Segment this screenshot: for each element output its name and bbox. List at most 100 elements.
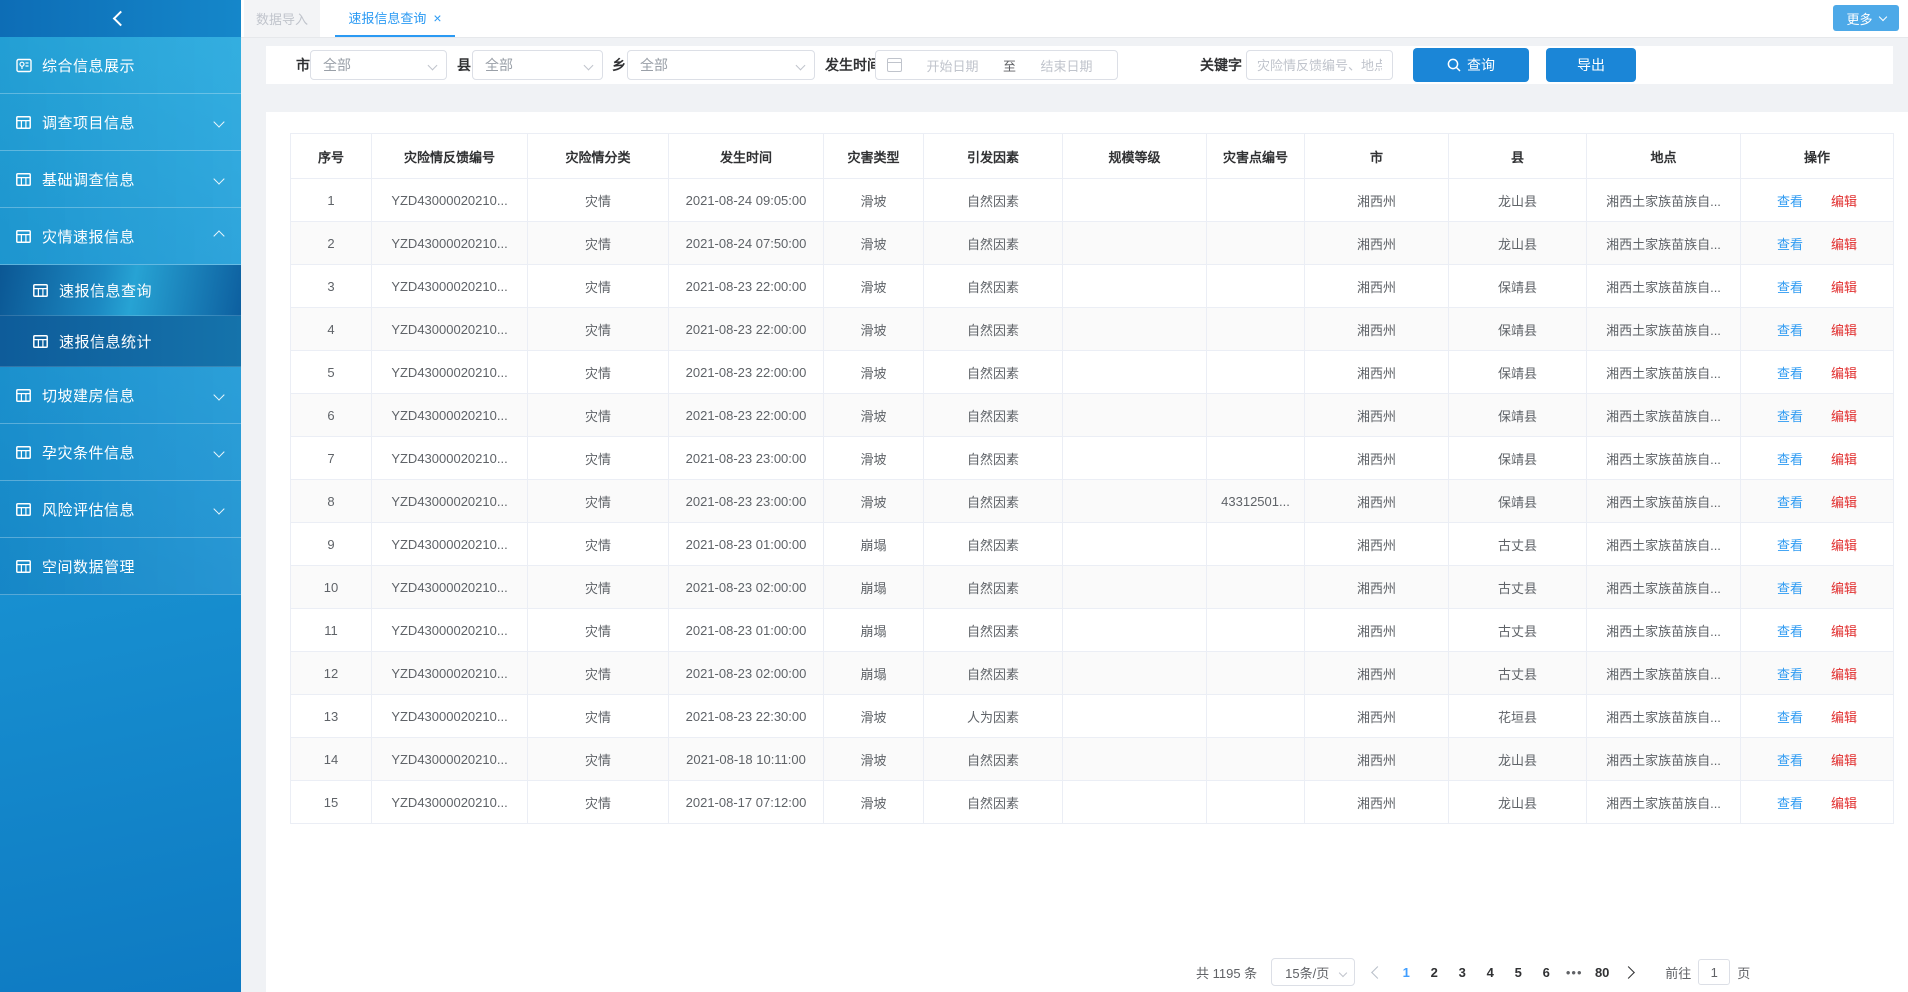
table-cell: 湘西州 — [1305, 781, 1449, 824]
actions-cell: 查看 编辑 — [1741, 351, 1894, 394]
view-link[interactable]: 查看 — [1777, 409, 1803, 424]
edit-link[interactable]: 编辑 — [1831, 323, 1857, 338]
main-content: 数据导入 速报信息查询 × 更多 市 全部 县 全部 乡 全部 发生时间 开始日 — [241, 0, 1908, 992]
sidebar-item-quickreport-stats[interactable]: 速报信息统计 — [0, 316, 241, 367]
city-select[interactable]: 全部 — [310, 50, 447, 80]
view-link[interactable]: 查看 — [1777, 753, 1803, 768]
edit-link[interactable]: 编辑 — [1831, 237, 1857, 252]
view-link[interactable]: 查看 — [1777, 495, 1803, 510]
view-link[interactable]: 查看 — [1777, 323, 1803, 338]
sidebar-item-hazard-condition-info[interactable]: 孕灾条件信息 — [0, 424, 241, 481]
sidebar-item-survey-project-info[interactable]: 调查项目信息 — [0, 94, 241, 151]
more-pages-button[interactable]: ••• — [1562, 965, 1586, 980]
edit-link[interactable]: 编辑 — [1831, 581, 1857, 596]
table-row: 2YZD43000020210...灾情2021-08-24 07:50:00滑… — [291, 222, 1894, 265]
sidebar-item-slope-housing-info[interactable]: 切坡建房信息 — [0, 367, 241, 424]
sidebar-collapse-button[interactable] — [0, 0, 241, 37]
page-number-5[interactable]: 5 — [1506, 965, 1530, 980]
view-link[interactable]: 查看 — [1777, 581, 1803, 596]
next-page-button[interactable] — [1622, 966, 1635, 979]
table-cell: 灾情 — [528, 781, 669, 824]
table-cell: 灾情 — [528, 351, 669, 394]
table-cell — [1207, 308, 1305, 351]
edit-link[interactable]: 编辑 — [1831, 624, 1857, 639]
page-number-3[interactable]: 3 — [1450, 965, 1474, 980]
edit-link[interactable]: 编辑 — [1831, 452, 1857, 467]
keyword-input[interactable] — [1246, 50, 1393, 80]
edit-link[interactable]: 编辑 — [1831, 194, 1857, 209]
search-icon — [1447, 58, 1461, 72]
sidebar-item-risk-assessment-info[interactable]: 风险评估信息 — [0, 481, 241, 538]
date-range-picker[interactable]: 开始日期 至 结束日期 — [875, 50, 1118, 80]
table-cell: 湘西州 — [1305, 265, 1449, 308]
column-header: 市 — [1305, 134, 1449, 179]
more-button-label: 更多 — [1846, 9, 1872, 28]
tab-data-import[interactable]: 数据导入 — [244, 0, 320, 37]
sidebar-item-overview-display[interactable]: 综合信息展示 — [0, 37, 241, 94]
table-cell — [1063, 738, 1207, 781]
table-cell: 5 — [291, 351, 372, 394]
table-cell: 滑坡 — [824, 738, 924, 781]
column-header: 县 — [1449, 134, 1587, 179]
close-icon[interactable]: × — [433, 11, 441, 25]
table-cell: 9 — [291, 523, 372, 566]
table-cell: 7 — [291, 437, 372, 480]
view-link[interactable]: 查看 — [1777, 452, 1803, 467]
prev-page-button[interactable] — [1371, 966, 1384, 979]
edit-link[interactable]: 编辑 — [1831, 280, 1857, 295]
table-cell: 自然因素 — [924, 652, 1063, 695]
table-cell — [1207, 652, 1305, 695]
edit-link[interactable]: 编辑 — [1831, 366, 1857, 381]
table-cell: 2021-08-23 01:00:00 — [669, 523, 824, 566]
view-link[interactable]: 查看 — [1777, 194, 1803, 209]
table-cell: YZD43000020210... — [372, 437, 528, 480]
township-select[interactable]: 全部 — [627, 50, 815, 80]
page-number-80[interactable]: 80 — [1590, 965, 1614, 980]
view-link[interactable]: 查看 — [1777, 796, 1803, 811]
view-link[interactable]: 查看 — [1777, 624, 1803, 639]
table-header-row: 序号灾险情反馈编号灾险情分类发生时间灾害类型引发因素规模等级灾害点编号市县地点操… — [291, 134, 1894, 179]
edit-link[interactable]: 编辑 — [1831, 538, 1857, 553]
table-cell: 2021-08-17 07:12:00 — [669, 781, 824, 824]
table-cell: 湘西土家族苗族自... — [1587, 781, 1741, 824]
edit-link[interactable]: 编辑 — [1831, 710, 1857, 725]
table-cell: 湘西土家族苗族自... — [1587, 308, 1741, 351]
edit-link[interactable]: 编辑 — [1831, 667, 1857, 682]
view-link[interactable]: 查看 — [1777, 710, 1803, 725]
more-button[interactable]: 更多 — [1833, 5, 1899, 31]
sidebar-item-quickreport-query[interactable]: 速报信息查询 — [0, 265, 241, 316]
table-row: 7YZD43000020210...灾情2021-08-23 23:00:00滑… — [291, 437, 1894, 480]
search-button[interactable]: 查询 — [1413, 48, 1529, 82]
export-button-label: 导出 — [1577, 55, 1605, 75]
page-number-2[interactable]: 2 — [1422, 965, 1446, 980]
column-header: 灾险情反馈编号 — [372, 134, 528, 179]
page-number-4[interactable]: 4 — [1478, 965, 1502, 980]
table-row: 3YZD43000020210...灾情2021-08-23 22:00:00滑… — [291, 265, 1894, 308]
sidebar-item-label: 孕灾条件信息 — [42, 442, 135, 463]
page-size-select[interactable]: 15条/页 — [1271, 958, 1355, 986]
goto-label: 前往 — [1665, 963, 1691, 982]
view-link[interactable]: 查看 — [1777, 366, 1803, 381]
county-select[interactable]: 全部 — [472, 50, 603, 80]
page-number-6[interactable]: 6 — [1534, 965, 1558, 980]
data-table-card: 序号灾险情反馈编号灾险情分类发生时间灾害类型引发因素规模等级灾害点编号市县地点操… — [266, 112, 1908, 992]
table-cell: 滑坡 — [824, 695, 924, 738]
sidebar-item-label: 基础调查信息 — [42, 169, 135, 190]
page-number-1[interactable]: 1 — [1394, 965, 1418, 980]
view-link[interactable]: 查看 — [1777, 538, 1803, 553]
view-link[interactable]: 查看 — [1777, 280, 1803, 295]
tab-label: 数据导入 — [256, 9, 308, 28]
edit-link[interactable]: 编辑 — [1831, 409, 1857, 424]
export-button[interactable]: 导出 — [1546, 48, 1636, 82]
sidebar-item-basic-survey-info[interactable]: 基础调查信息 — [0, 151, 241, 208]
goto-page-input[interactable] — [1698, 959, 1730, 985]
sidebar-item-disaster-quickreport-info[interactable]: 灾情速报信息 — [0, 208, 241, 265]
edit-link[interactable]: 编辑 — [1831, 753, 1857, 768]
view-link[interactable]: 查看 — [1777, 237, 1803, 252]
tab-report-query[interactable]: 速报信息查询 × — [335, 0, 455, 37]
sidebar-item-spatial-data-mgmt[interactable]: 空间数据管理 — [0, 538, 241, 595]
view-link[interactable]: 查看 — [1777, 667, 1803, 682]
edit-link[interactable]: 编辑 — [1831, 495, 1857, 510]
chevron-down-icon — [213, 503, 224, 514]
edit-link[interactable]: 编辑 — [1831, 796, 1857, 811]
